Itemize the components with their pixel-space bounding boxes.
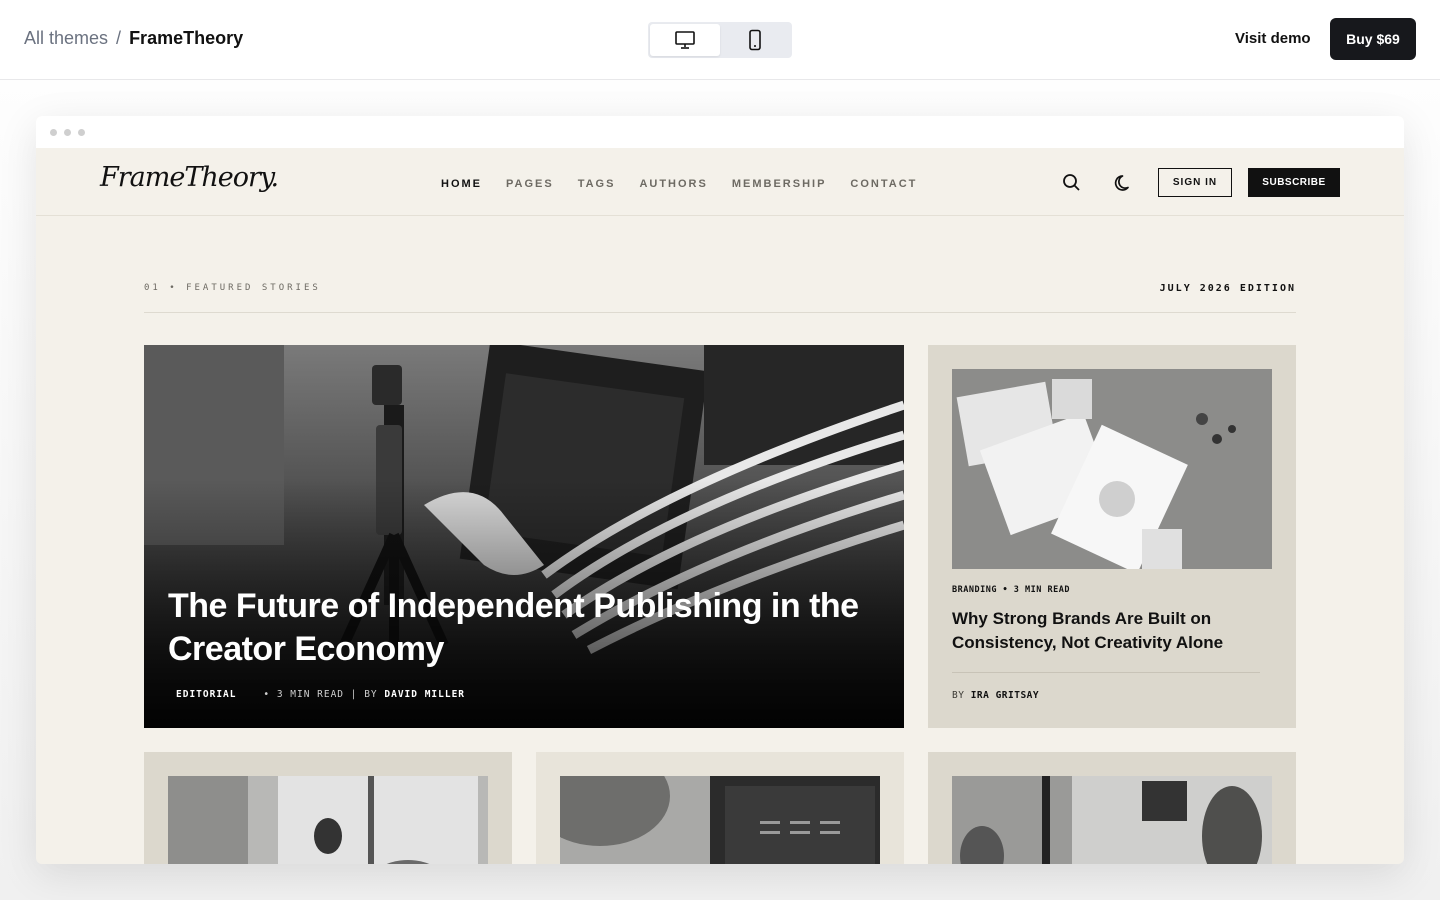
article-card[interactable]: [928, 752, 1296, 864]
article-card[interactable]: BRANDING • 3 MIN READ Why Strong Brands …: [928, 345, 1296, 728]
article-image: [168, 776, 488, 864]
site-header: FrameTheory. HOME PAGES TAGS AUTHORS MEM…: [36, 148, 1404, 216]
featured-article-card[interactable]: The Future of Independent Publishing in …: [144, 345, 904, 728]
article-image: [560, 776, 880, 864]
byline-prefix: | BY: [350, 689, 378, 700]
breadcrumb-separator: /: [116, 28, 122, 48]
search-icon[interactable]: [1061, 172, 1083, 194]
window-dot: [78, 129, 85, 136]
featured-article-meta: EDITORIAL • 3 MIN READ | BY DAVID MILLER: [176, 689, 465, 700]
browser-chrome: [36, 116, 1404, 148]
breadcrumb-current: FrameTheory: [129, 28, 244, 48]
article-image: [952, 369, 1272, 569]
article-author[interactable]: DAVID MILLER: [384, 689, 465, 700]
breadcrumb: All themes / FrameTheory: [24, 28, 243, 49]
article-byline: BY IRA GRITSAY: [952, 690, 1039, 701]
window-dot: [50, 129, 57, 136]
article-divider: [952, 672, 1260, 673]
mobile-icon: [749, 29, 761, 51]
article-tag[interactable]: EDITORIAL: [176, 689, 236, 700]
byline-prefix: BY: [952, 690, 965, 701]
theme-preview-topbar: All themes / FrameTheory Visit demo Buy $6…: [0, 0, 1440, 80]
mobile-view-button[interactable]: [720, 24, 790, 56]
article-card[interactable]: [536, 752, 904, 864]
desktop-view-button[interactable]: [650, 24, 720, 56]
site-nav: HOME PAGES TAGS AUTHORS MEMBERSHIP CONTA…: [441, 178, 941, 190]
nav-contact[interactable]: CONTACT: [850, 178, 917, 190]
nav-home[interactable]: HOME: [441, 178, 482, 190]
article-title[interactable]: Why Strong Brands Are Built on Consisten…: [952, 607, 1272, 655]
window-dot: [64, 129, 71, 136]
edition-label: JULY 2026 EDITION: [1159, 283, 1296, 294]
moon-icon[interactable]: [1113, 172, 1135, 194]
read-time: • 3 MIN READ: [263, 689, 345, 700]
theme-preview-frame: FrameTheory. HOME PAGES TAGS AUTHORS MEM…: [36, 116, 1404, 864]
nav-membership[interactable]: MEMBERSHIP: [732, 178, 827, 190]
sign-in-button[interactable]: SIGN IN: [1158, 168, 1232, 197]
visit-demo-link[interactable]: Visit demo: [1235, 30, 1311, 47]
nav-authors[interactable]: AUTHORS: [639, 178, 707, 190]
section-label: 01 • FEATURED STORIES: [144, 283, 321, 293]
article-meta: BRANDING • 3 MIN READ: [952, 585, 1070, 595]
nav-pages[interactable]: PAGES: [506, 178, 554, 190]
site-logo[interactable]: FrameTheory.: [100, 162, 279, 193]
nav-tags[interactable]: TAGS: [578, 178, 616, 190]
buy-button[interactable]: Buy $69: [1330, 18, 1416, 60]
section-divider: [144, 312, 1296, 313]
article-author[interactable]: IRA GRITSAY: [971, 690, 1039, 701]
featured-article-title[interactable]: The Future of Independent Publishing in …: [168, 585, 868, 671]
article-image: [952, 776, 1272, 864]
device-toggle: [648, 22, 792, 58]
breadcrumb-all-themes-link[interactable]: All themes: [24, 28, 108, 48]
desktop-icon: [675, 31, 695, 49]
article-card[interactable]: [144, 752, 512, 864]
subscribe-button[interactable]: SUBSCRIBE: [1248, 168, 1340, 197]
